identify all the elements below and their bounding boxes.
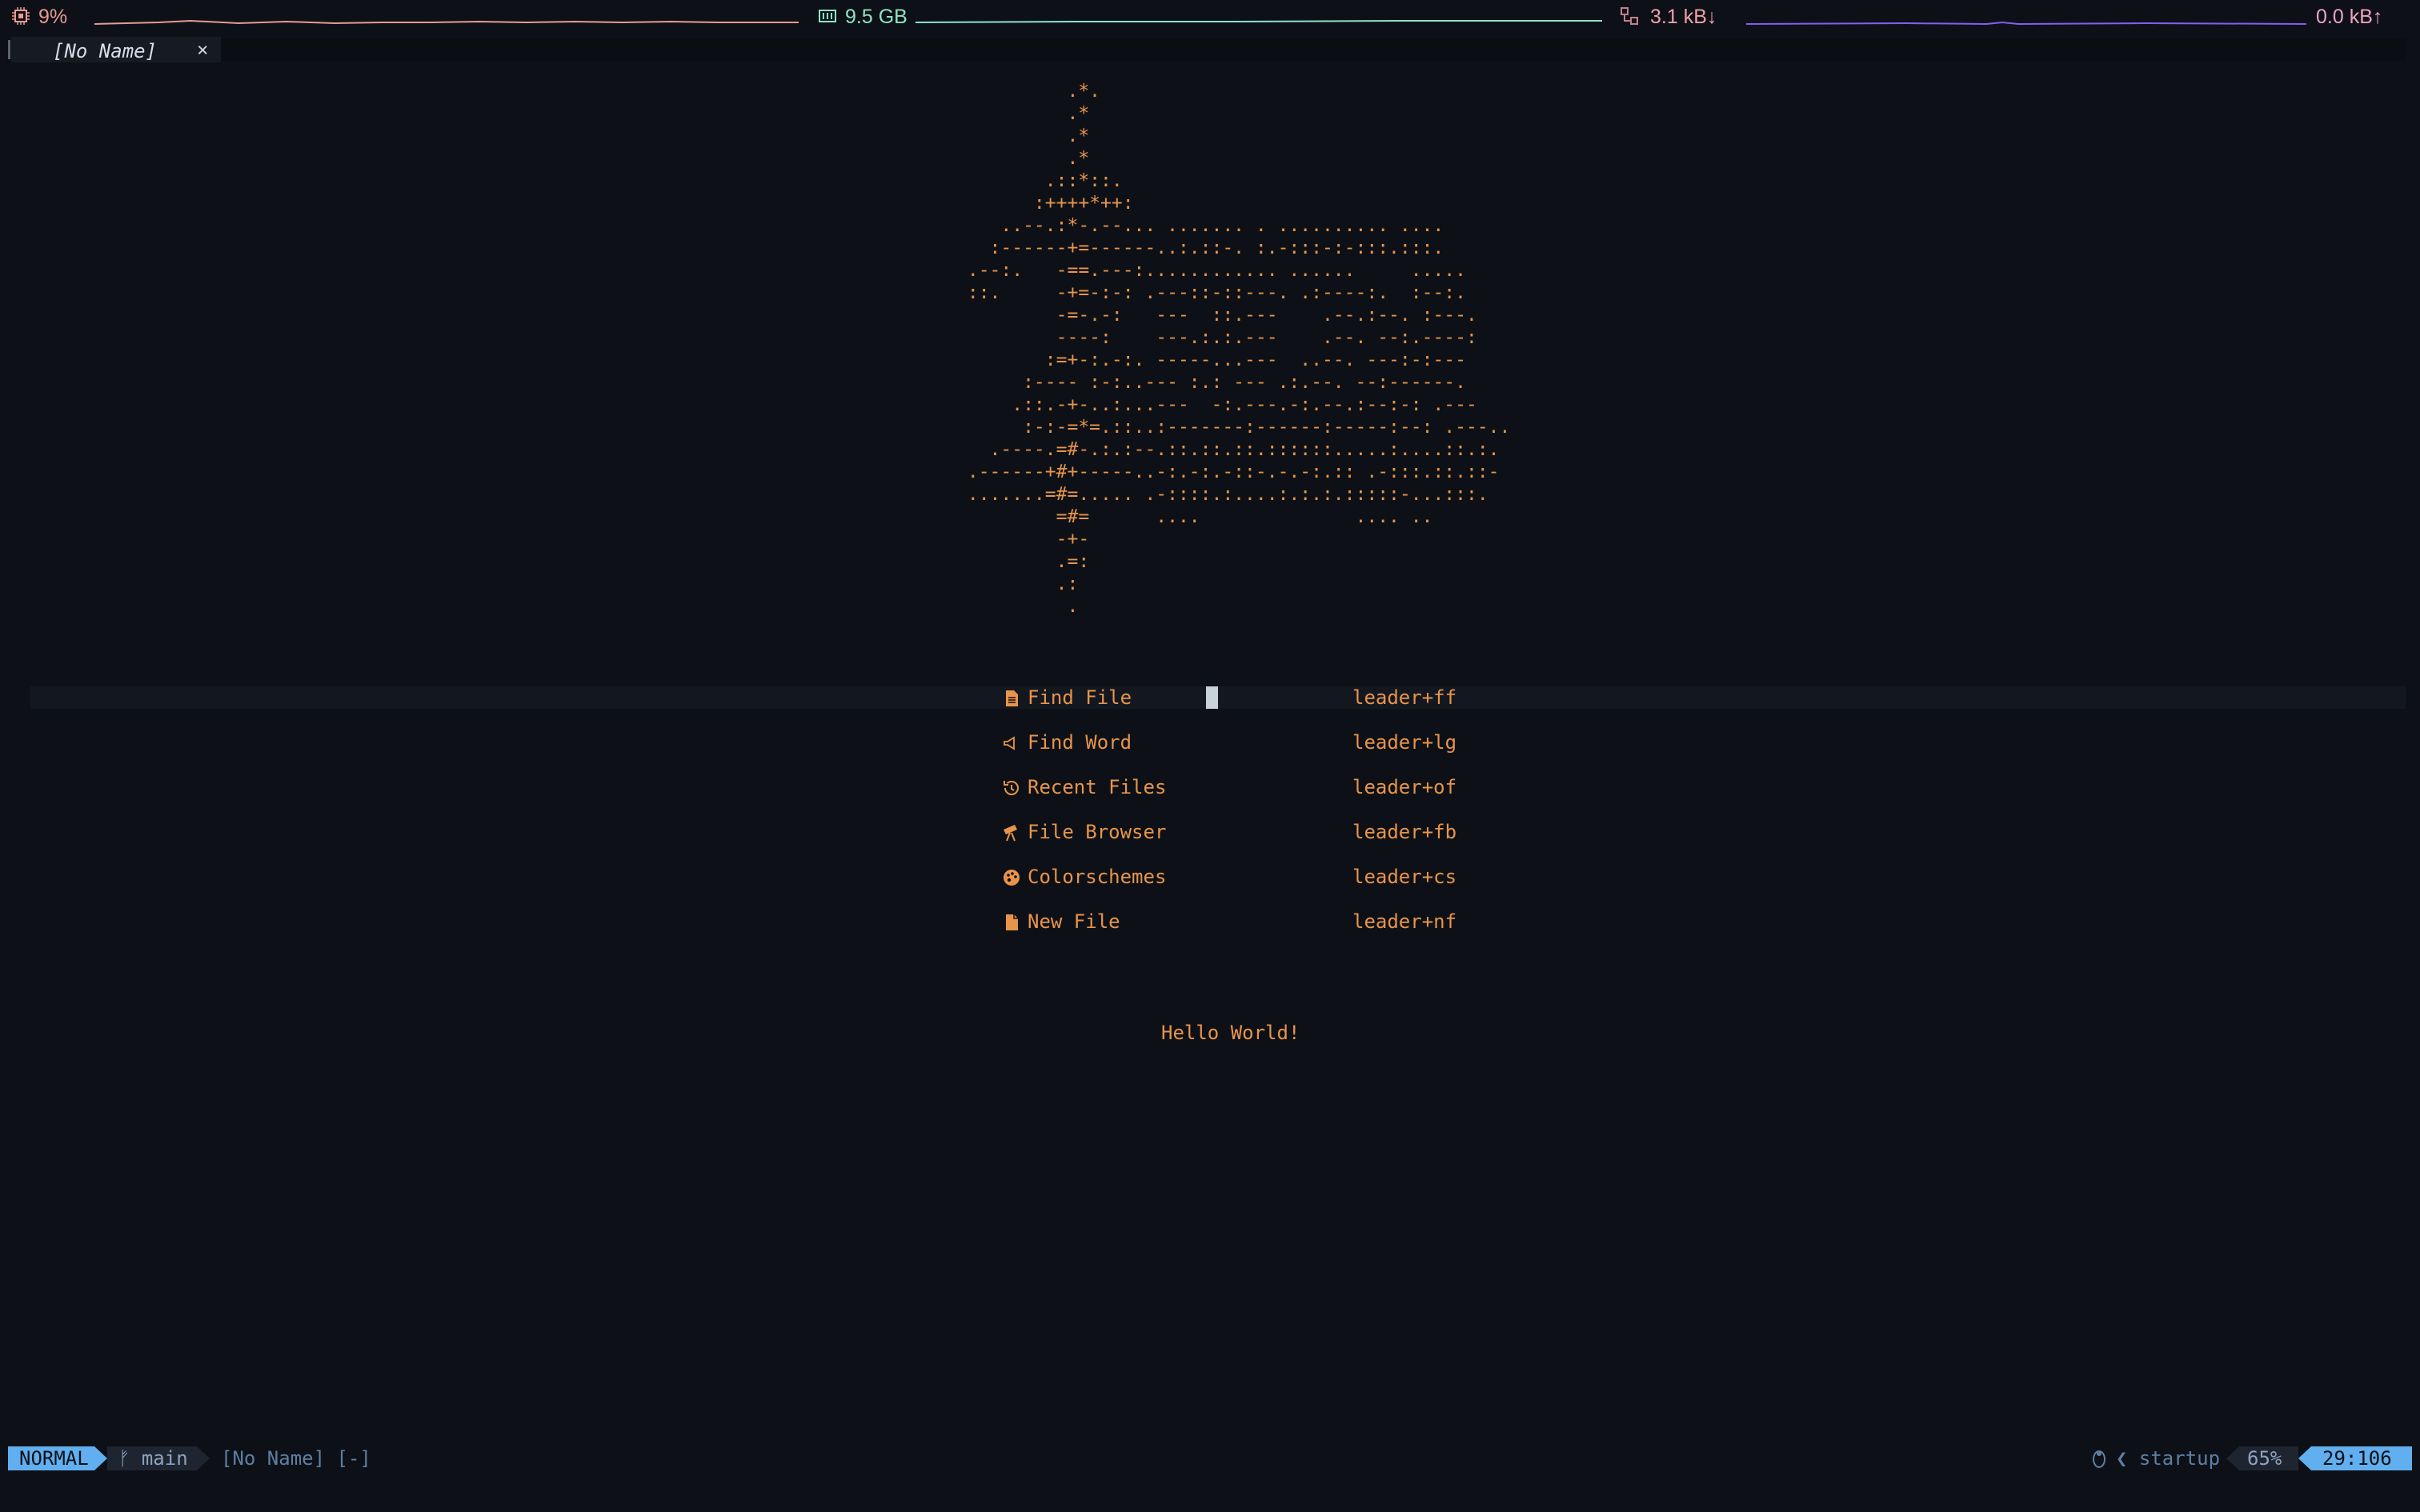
cursor-position: 29:106 bbox=[2311, 1446, 2412, 1470]
branch-separator bbox=[197, 1446, 210, 1470]
mode-separator bbox=[94, 1446, 107, 1470]
menu-label: New File bbox=[1028, 910, 1120, 933]
statusline: NORMAL ᚠ main [No Name] [-] ❮ startup 65… bbox=[0, 1446, 2420, 1470]
ascii-art-line: :=+-:.-:. -----...--- ..--. ---:-:--- bbox=[956, 350, 1466, 370]
ascii-art-line: .......=#=..... .-::::.:....:.:.:.:::::-… bbox=[956, 484, 1488, 505]
tab-no-name[interactable]: [No Name] × bbox=[11, 37, 221, 62]
menu-shortcut: leader+fb bbox=[1352, 821, 1457, 843]
network-icon bbox=[1621, 7, 1638, 25]
ascii-art-line: . bbox=[956, 596, 1079, 617]
ascii-art-banner: .*. .* .* .* .::*::. :++++*++: ..--.:*-.… bbox=[956, 80, 1511, 618]
menu-shortcut: leader+cs bbox=[1352, 866, 1457, 888]
system-monitor-bar: 9% 9.5 GB 3.1 kB↓ 0.0 kB↑ bbox=[0, 0, 2420, 32]
ascii-art-line: .: bbox=[956, 574, 1079, 594]
ascii-art-line: .::.-+-..:...--- -:.---.-:.--.:--:-: .--… bbox=[956, 394, 1477, 415]
menu-shortcut: leader+of bbox=[1352, 776, 1457, 798]
ascii-art-line: ..--.:*-.--... ....... . .......... .... bbox=[956, 215, 1444, 236]
chevron-left-icon: ❮ bbox=[2116, 1447, 2139, 1470]
menu-item-colorschemes[interactable]: Colorschemes leader+cs bbox=[1002, 865, 1466, 889]
memory-icon bbox=[819, 10, 836, 22]
menu-label: Find Word bbox=[1028, 731, 1132, 754]
ascii-art-line: :------+=------..:.::-. :.-:::-:-:::.:::… bbox=[956, 238, 1444, 258]
startup-label: startup bbox=[2138, 1447, 2221, 1470]
percent-separator bbox=[2226, 1446, 2239, 1470]
ascii-art-line: .* bbox=[956, 126, 1090, 146]
cpu-usage: 9% bbox=[38, 6, 68, 28]
menu-item-find-file[interactable]: Find File leader+ff bbox=[1002, 686, 1466, 710]
ascii-art-line: .=: bbox=[956, 551, 1090, 572]
memory-usage: 9.5 GB bbox=[845, 6, 908, 28]
ascii-art-line: .::*::. bbox=[956, 170, 1123, 191]
menu-item-new-file[interactable]: New File leader+nf bbox=[1002, 910, 1466, 934]
menu-shortcut: leader+lg bbox=[1352, 731, 1457, 754]
tab-indicator bbox=[8, 40, 10, 59]
palette-icon bbox=[1004, 870, 1020, 886]
startup-indicator: ❮ startup bbox=[2116, 1446, 2220, 1470]
memory-graph bbox=[916, 20, 1602, 23]
ascii-art-line: .* bbox=[956, 103, 1090, 124]
ascii-art-line: .----.=#-.:.:--.::.::.::.::::::.....:...… bbox=[956, 439, 1500, 460]
ascii-art-line: ----: ---.:.:.--- .--. --:.----: bbox=[956, 327, 1477, 348]
ascii-art-line: -=-.-: --- ::.--- .--.:--. :---. bbox=[956, 305, 1477, 326]
ascii-art-line: :---- :-:..--- :.: --- .:.--. --:------. bbox=[956, 372, 1466, 393]
tabline-fill bbox=[221, 38, 2406, 61]
ascii-art-line: -+- bbox=[956, 529, 1090, 550]
ascii-art-line: .* bbox=[956, 148, 1090, 169]
git-branch: ᚠ main bbox=[107, 1446, 197, 1470]
menu-shortcut: leader+nf bbox=[1352, 910, 1457, 933]
dashboard-footer: Hello World! bbox=[1161, 1022, 1300, 1044]
ascii-art-line: =#= .... .... .. bbox=[956, 506, 1433, 527]
close-icon[interactable]: × bbox=[197, 38, 208, 61]
ascii-art-line: ::. -+=-:-: .---::-::---. .:----:. :--:. bbox=[956, 282, 1466, 303]
menu-item-find-word[interactable]: Find Word leader+lg bbox=[1002, 730, 1466, 754]
menu-shortcut: leader+ff bbox=[1352, 686, 1457, 709]
menu-label: Recent Files bbox=[1028, 776, 1167, 798]
menu-label: Colorschemes bbox=[1028, 866, 1167, 888]
network-graph bbox=[1746, 21, 2306, 26]
network-upload: 0.0 kB↑ bbox=[2316, 6, 2383, 28]
git-branch-icon: ᚠ bbox=[118, 1447, 130, 1470]
ascii-art-line: .------+#+-----..-:.-:.-::-.-.-:.:: .-::… bbox=[956, 462, 1500, 482]
menu-item-recent-files[interactable]: Recent Files leader+of bbox=[1002, 775, 1466, 799]
file-name: [No Name] [-] bbox=[221, 1447, 371, 1470]
ascii-art-line: .*. bbox=[956, 81, 1101, 102]
cpu-graph bbox=[94, 19, 799, 25]
position-separator bbox=[2298, 1446, 2311, 1470]
mode-indicator: NORMAL bbox=[8, 1446, 94, 1470]
megaphone-icon bbox=[1004, 736, 1015, 750]
menu-label: File Browser bbox=[1028, 821, 1167, 843]
menu-label: Find File bbox=[1028, 686, 1132, 709]
history-icon bbox=[1004, 781, 1019, 795]
new-file-icon bbox=[1006, 914, 1018, 930]
ascii-art-line: :-:-=*=.::..:-------:------:-----:--: .-… bbox=[956, 417, 1511, 438]
tab-label: [No Name] bbox=[53, 40, 158, 62]
tabline: [No Name] × bbox=[0, 32, 2420, 64]
scroll-percent: 65% bbox=[2239, 1446, 2298, 1470]
cpu-icon bbox=[12, 7, 30, 25]
telescope-icon bbox=[1004, 825, 1017, 842]
file-icon bbox=[1006, 690, 1018, 706]
ascii-art-line: :++++*++: bbox=[956, 193, 1134, 214]
branch-name: main bbox=[141, 1447, 188, 1470]
menu-item-file-browser[interactable]: File Browser leader+fb bbox=[1002, 820, 1466, 844]
ascii-art-line: .--:. -==.---:............ ...... ..... bbox=[956, 260, 1466, 281]
network-download: 3.1 kB↓ bbox=[1650, 6, 1717, 28]
penguin-icon bbox=[2090, 1448, 2108, 1472]
